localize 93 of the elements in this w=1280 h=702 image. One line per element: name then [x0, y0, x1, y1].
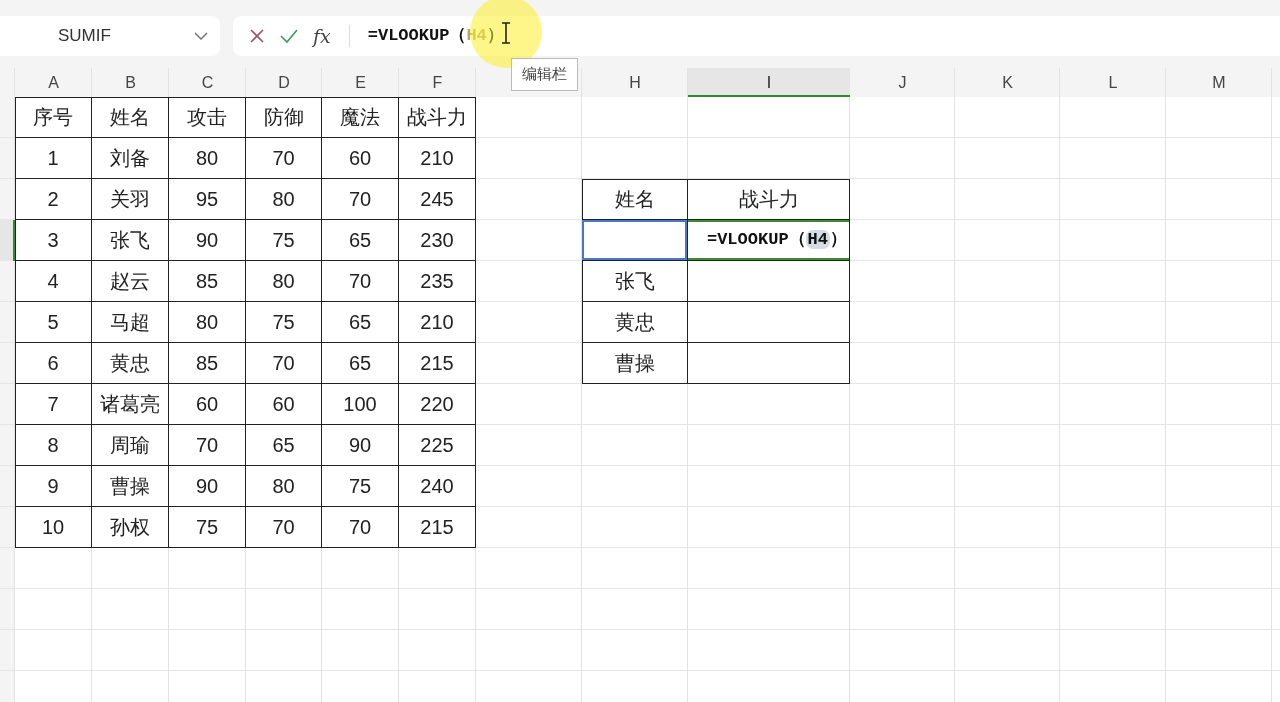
- column-header[interactable]: C: [169, 68, 246, 97]
- column-header[interactable]: H: [582, 68, 688, 97]
- table-cell: 75: [322, 466, 399, 507]
- table-cell: 80: [169, 302, 246, 343]
- table-cell: 235: [399, 261, 476, 302]
- table-cell: 6: [15, 343, 92, 384]
- table-cell: 60: [169, 384, 246, 425]
- column-header[interactable]: F: [399, 68, 476, 97]
- table-cell: 70: [169, 425, 246, 466]
- table-cell: 95: [169, 179, 246, 220]
- table-cell: 诸葛亮: [92, 384, 169, 425]
- column-header[interactable]: J: [850, 68, 955, 97]
- table-cell: 240: [399, 466, 476, 507]
- table-cell: 90: [322, 425, 399, 466]
- formula-text[interactable]: =VLOOKUP（H4）: [706, 227, 847, 253]
- tooltip: 编辑栏: [511, 58, 578, 91]
- table-cell: 黄忠: [92, 343, 169, 384]
- name-box[interactable]: SUMIF: [0, 16, 220, 56]
- column-header[interactable]: K: [955, 68, 1060, 97]
- table-cell: 70: [246, 138, 322, 179]
- table-cell: 85: [169, 343, 246, 384]
- table-cell: 245: [399, 179, 476, 220]
- table-cell: 周瑜: [92, 425, 169, 466]
- text-cursor-icon: [501, 22, 511, 44]
- check-icon[interactable]: [279, 28, 299, 44]
- table-cell: 75: [246, 220, 322, 261]
- table-cell: 2: [15, 179, 92, 220]
- table-cell: 75: [169, 507, 246, 548]
- table-cell: 80: [246, 466, 322, 507]
- cancel-icon[interactable]: [249, 28, 265, 44]
- table-cell: 60: [246, 384, 322, 425]
- table-cell: 1: [15, 138, 92, 179]
- table-cell: 90: [169, 220, 246, 261]
- table-cell: 赵云: [92, 261, 169, 302]
- table-cell: 战斗力: [688, 179, 850, 220]
- table-cell: 3: [15, 220, 92, 261]
- table-cell: 65: [322, 220, 399, 261]
- table-cell: 8: [15, 425, 92, 466]
- column-header[interactable]: A: [15, 68, 92, 97]
- table-cell: 魔法: [322, 97, 399, 138]
- table-cell: 姓名: [582, 179, 688, 220]
- table-cell: 70: [322, 179, 399, 220]
- row-header[interactable]: [0, 220, 15, 261]
- table-cell: 张飞: [582, 261, 688, 302]
- table-cell: 马超: [92, 302, 169, 343]
- column-header[interactable]: I: [688, 68, 850, 97]
- table-cell: 60: [322, 138, 399, 179]
- column-header[interactable]: E: [322, 68, 399, 97]
- table-cell: 9: [15, 466, 92, 507]
- table-cell: 攻击: [169, 97, 246, 138]
- column-header[interactable]: B: [92, 68, 169, 97]
- table-cell: 姓名: [92, 97, 169, 138]
- table-cell: 4: [15, 261, 92, 302]
- table-cell: 100: [322, 384, 399, 425]
- table-cell: 210: [399, 138, 476, 179]
- table-cell: 65: [246, 425, 322, 466]
- table-cell: 70: [322, 261, 399, 302]
- table-cell: 75: [246, 302, 322, 343]
- table-cell: 70: [246, 507, 322, 548]
- table-cell: 刘备: [92, 138, 169, 179]
- table-cell: 70: [246, 343, 322, 384]
- column-header[interactable]: D: [246, 68, 322, 97]
- table-cell: 85: [169, 261, 246, 302]
- table-cell: 曹操: [582, 343, 688, 384]
- table-cell: 80: [246, 261, 322, 302]
- table-cell: 张飞: [92, 220, 169, 261]
- table-cell: 序号: [15, 97, 92, 138]
- table-cell: 关羽: [92, 179, 169, 220]
- table-cell: 战斗力: [399, 97, 476, 138]
- table-cell: 65: [322, 343, 399, 384]
- table-cell: 7: [15, 384, 92, 425]
- column-header[interactable]: L: [1060, 68, 1166, 97]
- table-cell: 225: [399, 425, 476, 466]
- table-cell: 10: [15, 507, 92, 548]
- table-cell: 65: [322, 302, 399, 343]
- table-cell: 230: [399, 220, 476, 261]
- table-cell: 孙权: [92, 507, 169, 548]
- table-cell: 曹操: [92, 466, 169, 507]
- selected-cell[interactable]: [582, 220, 688, 261]
- table-cell: 防御: [246, 97, 322, 138]
- function-button[interactable]: fx: [313, 21, 331, 51]
- table-cell: 黄忠: [582, 302, 688, 343]
- column-header[interactable]: M: [1166, 68, 1272, 97]
- table-cell: 80: [169, 138, 246, 179]
- table-cell: 80: [246, 179, 322, 220]
- table-cell: 70: [322, 507, 399, 548]
- dropdown-icon: [194, 32, 208, 40]
- table-cell: 90: [169, 466, 246, 507]
- table-cell: 215: [399, 507, 476, 548]
- table-cell: 5: [15, 302, 92, 343]
- table-cell: 215: [399, 343, 476, 384]
- table-cell: 220: [399, 384, 476, 425]
- table-cell: 210: [399, 302, 476, 343]
